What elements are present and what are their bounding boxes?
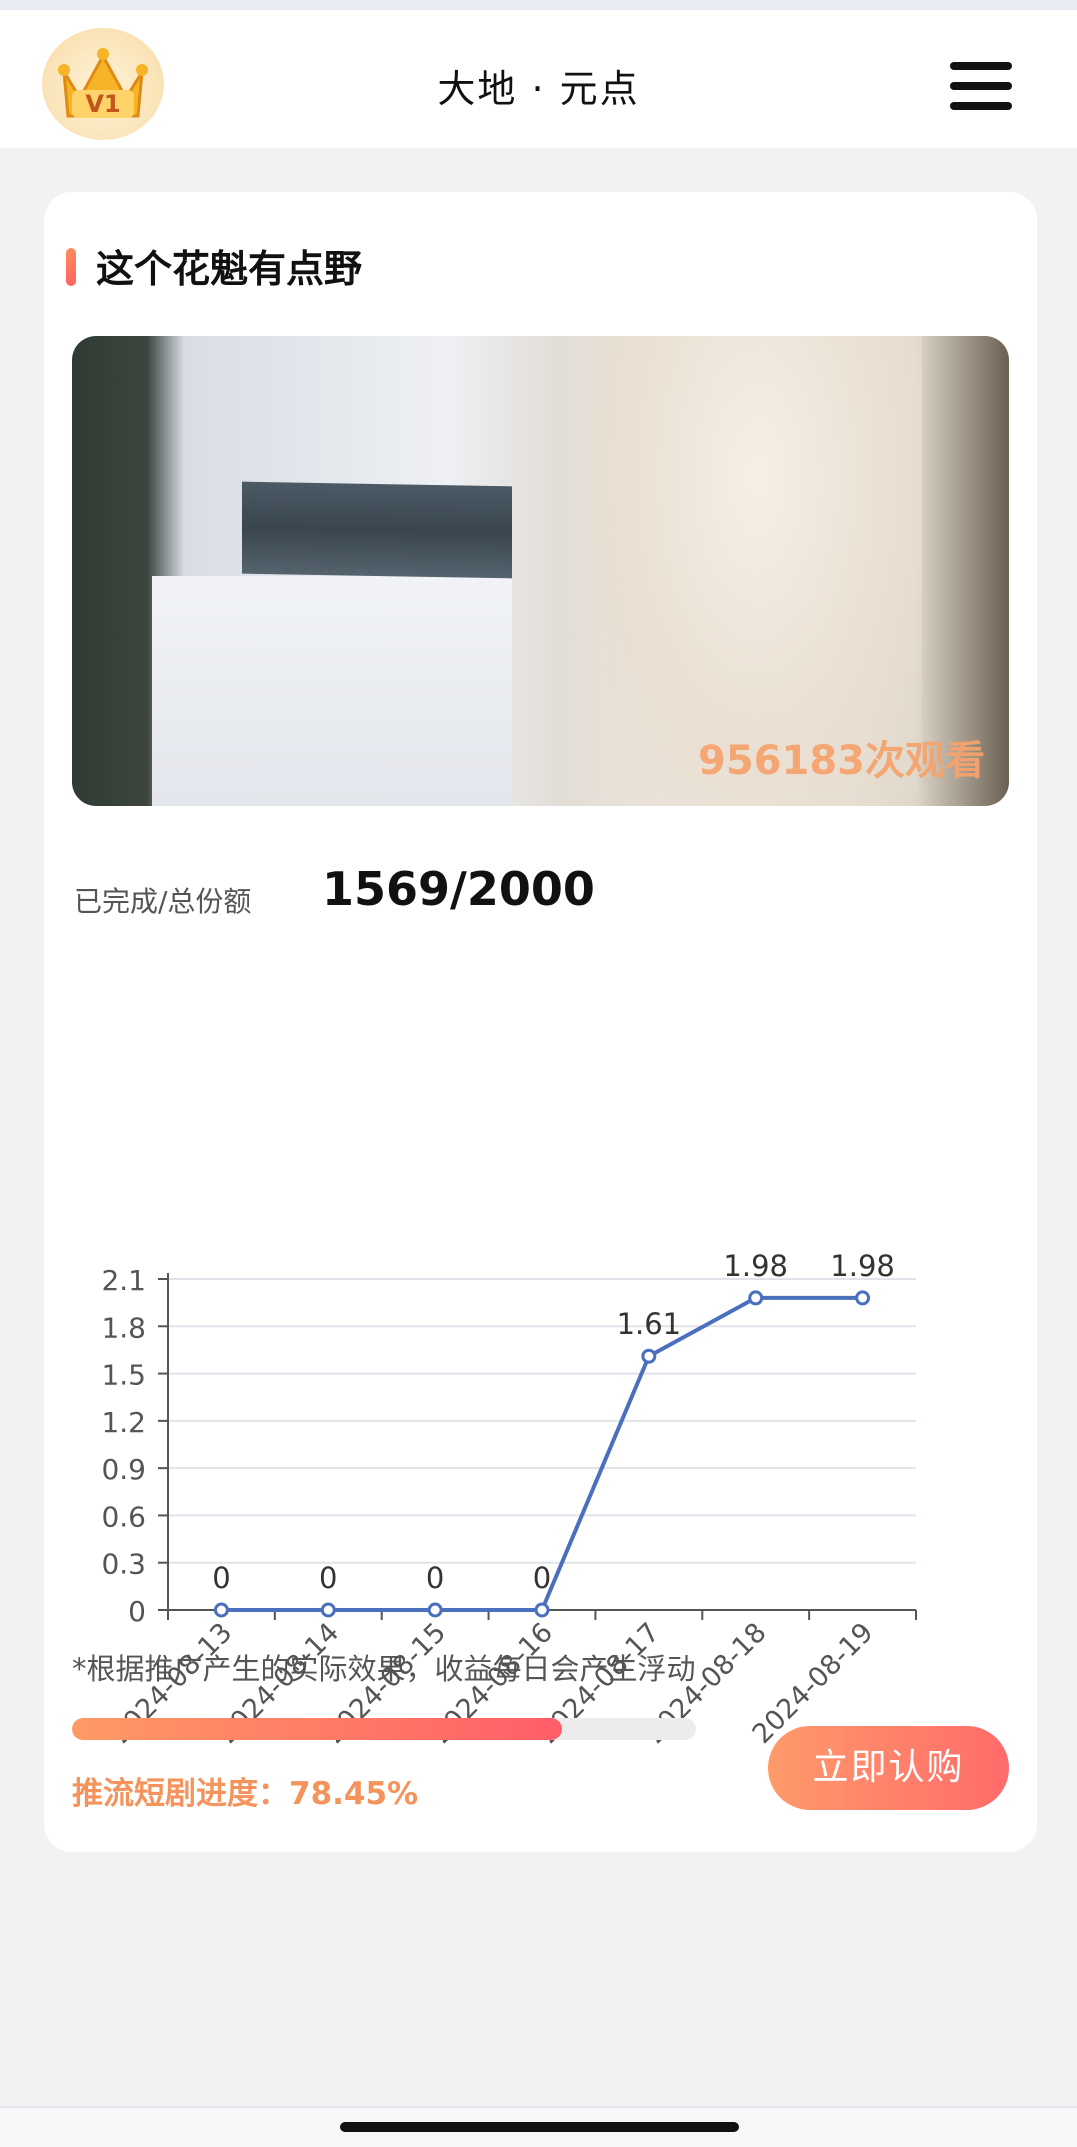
y-tick-label: 1.8 [101, 1311, 146, 1344]
page-title: 大地 · 元点 [437, 67, 640, 111]
earnings-note: *根据推广产生的实际效果，收益每日会产生浮动 [72, 1652, 696, 1686]
data-label: 0 [319, 1561, 337, 1595]
y-tick-label: 0.6 [101, 1500, 146, 1533]
promotion-progress-fill [72, 1718, 562, 1740]
title-accent-bar [66, 248, 76, 286]
earnings-line-chart: 00.30.60.91.21.51.82.12024-08-132024-08-… [101, 1249, 917, 1750]
y-tick-label: 1.5 [101, 1359, 146, 1392]
data-label: 0 [533, 1561, 551, 1595]
drama-thumbnail[interactable]: 956183次观看 [72, 336, 1009, 806]
home-indicator[interactable] [340, 2122, 739, 2132]
data-label: 0 [212, 1561, 230, 1595]
hamburger-menu-icon[interactable] [950, 62, 1014, 112]
thumbnail-belt [242, 481, 512, 579]
top-header: V1 大地 · 元点 [0, 10, 1077, 148]
data-point [534, 1602, 550, 1618]
shares-label: 已完成/总份额 [74, 885, 252, 918]
data-label: 1.98 [830, 1249, 895, 1283]
data-point [641, 1348, 657, 1364]
data-label: 1.98 [723, 1249, 788, 1283]
data-label: 1.61 [617, 1307, 682, 1341]
data-label: 0 [426, 1561, 444, 1595]
data-point [855, 1290, 871, 1306]
thumbnail-skirt-left [152, 576, 512, 806]
y-tick-label: 0.3 [101, 1548, 146, 1581]
drama-card: 这个花魁有点野 956183次观看 已完成/总份额 1569/2000 0 0.3… [44, 192, 1037, 1852]
y-tick-label: 1.2 [101, 1406, 146, 1439]
data-point [213, 1602, 229, 1618]
view-count: 956183次观看 [698, 738, 985, 784]
y-tick-label: 2.1 [101, 1264, 146, 1297]
promotion-progress-bar [72, 1718, 696, 1740]
data-point [427, 1602, 443, 1618]
y-tick-label: 0.9 [101, 1453, 146, 1486]
status-strip [0, 0, 1077, 10]
drama-title: 这个花魁有点野 [96, 247, 363, 291]
data-point [320, 1602, 336, 1618]
y-tick-label: 0 [128, 1595, 146, 1628]
promotion-progress-text: 推流短剧进度：78.45% [72, 1776, 419, 1812]
data-point [748, 1290, 764, 1306]
shares-value: 1569/2000 [322, 862, 595, 916]
subscribe-button[interactable]: 立即认购 [768, 1726, 1009, 1810]
